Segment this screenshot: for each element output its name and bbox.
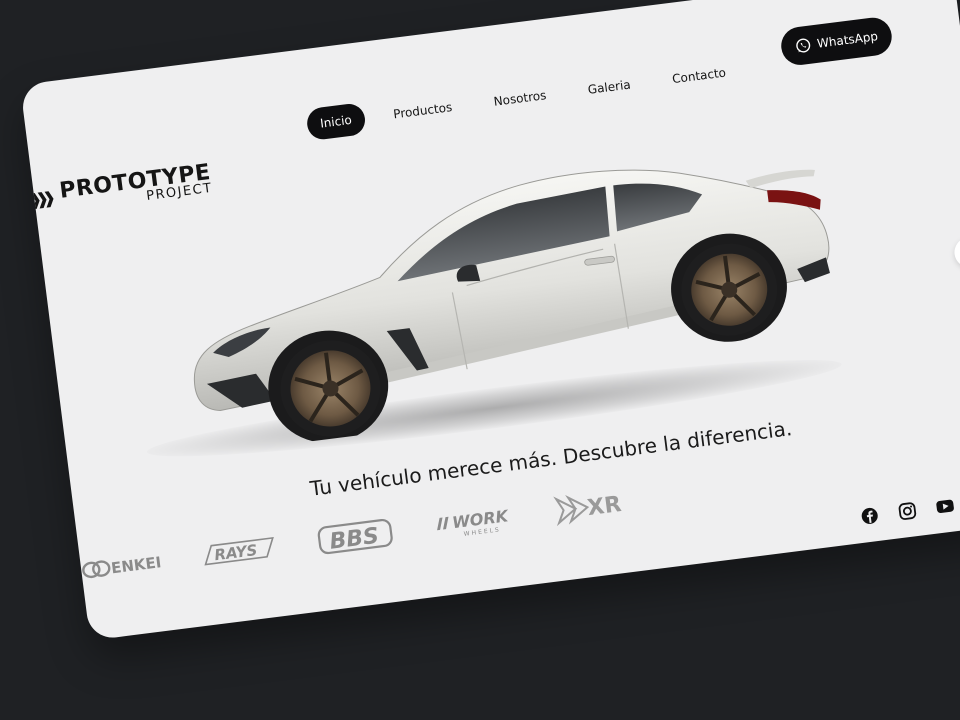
logo-mark-icon (23, 190, 54, 210)
instagram-icon[interactable] (897, 501, 917, 521)
page-background: PROTOTYPE PROJECT Inicio Productos Nosot… (0, 0, 960, 720)
social-links (860, 494, 960, 526)
brand-logos-row: ENKEI RAYS BBS WORK WHEELS XR (79, 476, 677, 591)
enkei-text: ENKEI (110, 553, 162, 577)
facebook-icon[interactable] (860, 506, 880, 526)
bbs-logo: BBS (317, 518, 393, 555)
xr-text: XR (586, 492, 623, 521)
youtube-icon[interactable] (935, 496, 955, 516)
whatsapp-button[interactable]: WhatsApp (779, 15, 895, 68)
whatsapp-label: WhatsApp (816, 29, 879, 51)
nav-item-contacto[interactable]: Contacto (657, 55, 740, 97)
whatsapp-icon (796, 38, 811, 53)
nav-item-productos[interactable]: Productos (378, 90, 466, 132)
nav-item-inicio[interactable]: Inicio (305, 102, 367, 142)
rays-text: RAYS (213, 541, 258, 564)
website-hero-card: PROTOTYPE PROJECT Inicio Productos Nosot… (20, 0, 960, 641)
enkei-logo: ENKEI (82, 553, 162, 579)
carousel-next-button[interactable]: › (952, 235, 960, 270)
nav-item-galeria[interactable]: Galeria (573, 67, 645, 107)
rays-logo: RAYS (204, 536, 274, 566)
hero-car-image (193, 169, 830, 443)
xr-logo: XR (553, 492, 623, 527)
nav-item-nosotros[interactable]: Nosotros (479, 78, 561, 120)
work-wheels-logo: WORK WHEELS (437, 506, 511, 538)
main-nav: Inicio Productos Nosotros Galeria Contac… (305, 53, 756, 142)
bbs-text: BBS (328, 524, 380, 555)
